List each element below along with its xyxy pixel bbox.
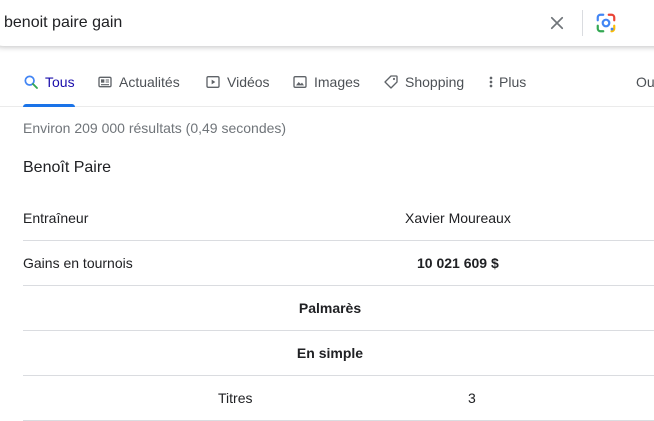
row-value: Xavier Moureaux — [405, 210, 511, 226]
table-row: En simple — [23, 331, 654, 376]
news-icon — [97, 74, 113, 90]
row-label: Gains en tournois — [23, 255, 133, 271]
video-icon — [205, 74, 221, 90]
knowledge-panel-title: Benoît Paire — [23, 159, 112, 176]
table-row: Palmarès — [23, 286, 654, 331]
row-value: 3 — [468, 390, 476, 406]
table-row: Gains en tournois 10 021 609 $ — [23, 241, 654, 286]
close-icon — [550, 16, 564, 30]
row-label: Entraîneur — [23, 210, 89, 226]
tab-label: Plus — [499, 74, 527, 90]
clear-search-button[interactable] — [545, 11, 569, 35]
tab-label: Vidéos — [227, 74, 270, 90]
tab-plus[interactable]: Plus — [487, 74, 526, 90]
tab-label: Tous — [45, 74, 75, 90]
tab-label: Images — [314, 74, 360, 90]
tab-tous[interactable]: Tous — [23, 74, 75, 107]
search-input[interactable] — [4, 12, 504, 34]
search-bar — [0, 0, 654, 46]
knowledge-panel-table: Entraîneur Xavier Moureaux Gains en tour… — [23, 196, 654, 421]
section-heading: Palmarès — [298, 300, 362, 316]
tag-icon — [383, 74, 399, 90]
tab-actualites[interactable]: Actualités — [97, 74, 180, 90]
search-results-page: Tous Actualités Vidéos — [0, 0, 654, 421]
tab-label: Actualités — [119, 74, 180, 90]
tab-videos[interactable]: Vidéos — [205, 74, 270, 90]
table-row: Entraîneur Xavier Moureaux — [23, 196, 654, 241]
row-value: 10 021 609 $ — [417, 255, 499, 271]
search-icon — [23, 74, 39, 90]
google-lens-icon — [596, 13, 616, 33]
tab-label: Ou — [636, 74, 654, 90]
search-tabs: Tous Actualités Vidéos Images Shopping P… — [0, 62, 654, 107]
section-heading: En simple — [296, 345, 364, 361]
google-lens-button[interactable] — [594, 11, 618, 35]
tab-outils[interactable]: Ou — [636, 74, 654, 90]
table-row: Titres 3 — [23, 376, 654, 421]
tab-shopping[interactable]: Shopping — [383, 74, 464, 90]
result-stats: Environ 209 000 résultats (0,49 secondes… — [23, 120, 287, 136]
row-label: Titres — [218, 390, 253, 406]
tab-images[interactable]: Images — [292, 74, 360, 90]
more-vert-icon — [487, 74, 495, 90]
image-icon — [292, 74, 308, 90]
tab-label: Shopping — [405, 74, 465, 90]
search-bar-divider — [582, 10, 583, 36]
